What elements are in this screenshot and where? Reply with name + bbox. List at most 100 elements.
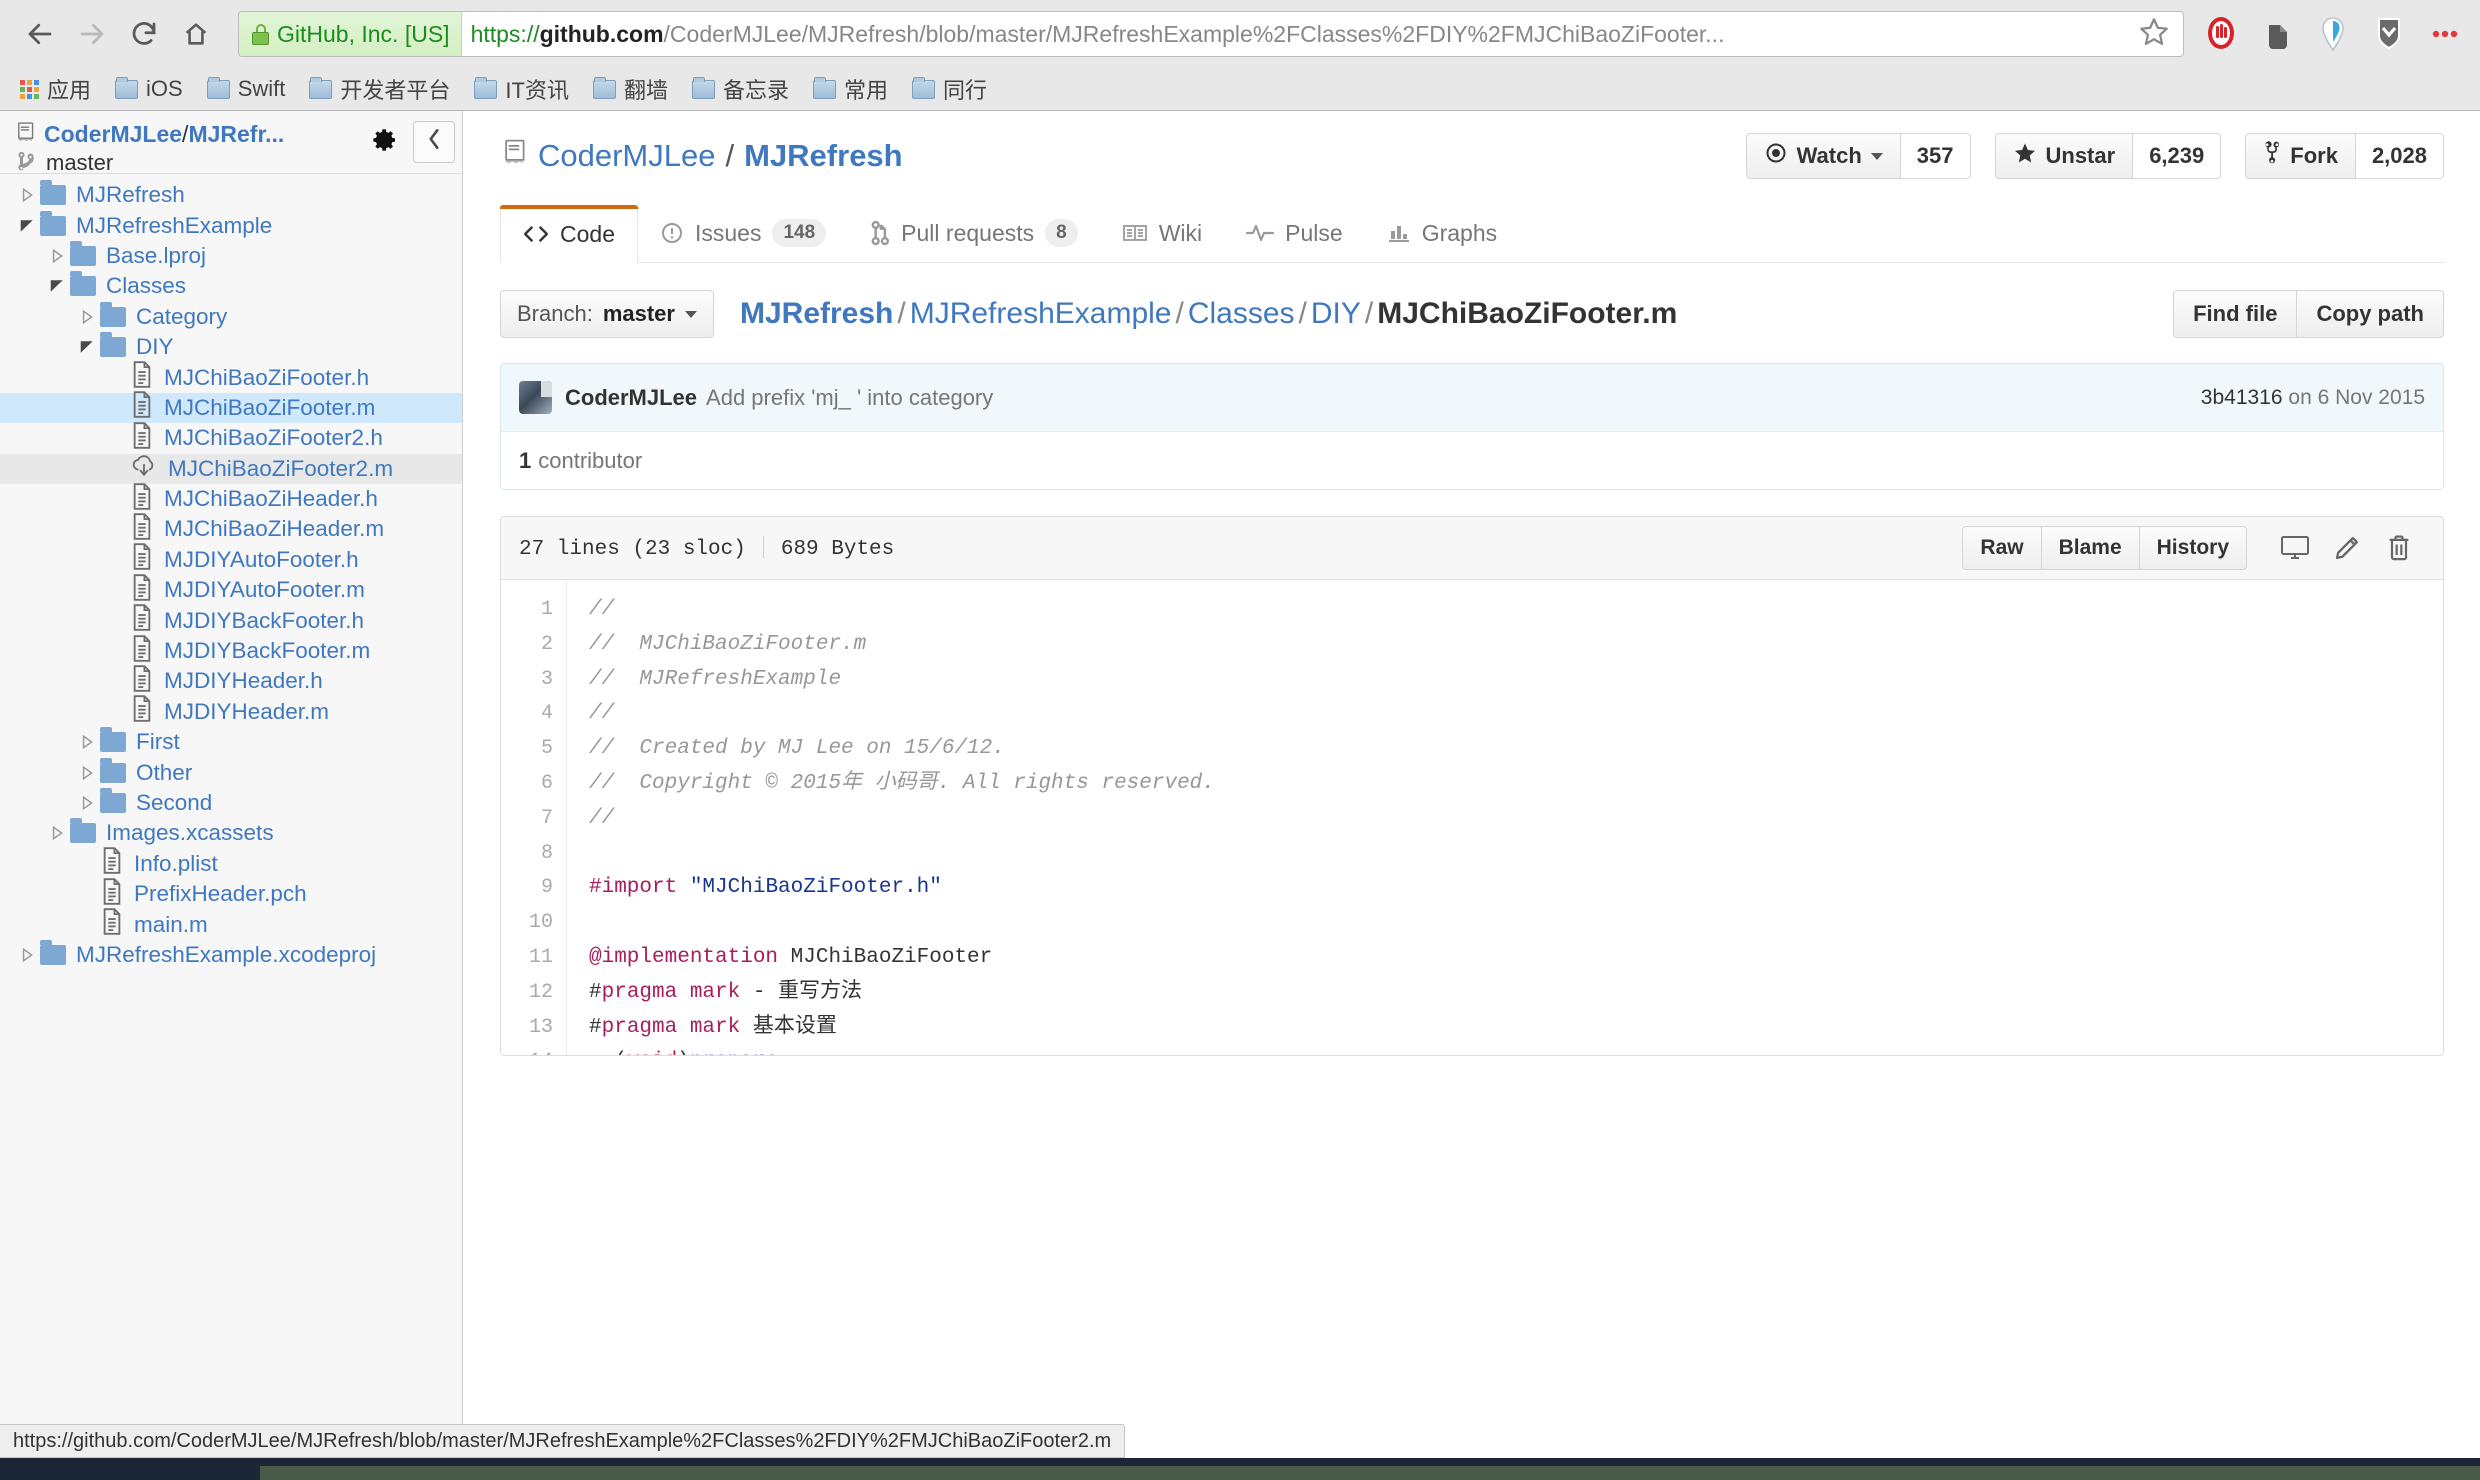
twisty-collapsed-icon[interactable]: [44, 825, 70, 841]
line-number[interactable]: 12: [501, 976, 553, 1011]
bookmark-ios[interactable]: iOS: [103, 72, 195, 106]
pocket-extension-icon[interactable]: [2314, 14, 2352, 54]
line-number[interactable]: 1: [501, 593, 553, 628]
twisty-collapsed-icon[interactable]: [44, 248, 70, 264]
twisty-expanded-icon[interactable]: [44, 278, 70, 294]
sidebar-repo-link[interactable]: MJRefr...: [188, 121, 284, 147]
bookmark-swift[interactable]: Swift: [195, 72, 298, 106]
line-number[interactable]: 4: [501, 697, 553, 732]
tree-folder-row[interactable]: DIY: [0, 332, 462, 362]
line-number[interactable]: 2: [501, 628, 553, 663]
chrome-menu-icon[interactable]: [2426, 14, 2464, 54]
tree-folder-row[interactable]: First: [0, 727, 462, 757]
line-number[interactable]: 14: [501, 1045, 553, 1055]
twisty-expanded-icon[interactable]: [74, 339, 100, 355]
tree-file-row[interactable]: MJChiBaoZiHeader.m: [0, 513, 462, 544]
desktop-open-icon[interactable]: [2269, 526, 2321, 570]
evernote-extension-icon[interactable]: [2258, 14, 2296, 54]
bookmark-vpn[interactable]: 翻墙: [581, 72, 680, 106]
breadcrumb-link[interactable]: MJRefresh: [740, 297, 893, 330]
line-number[interactable]: 8: [501, 837, 553, 872]
tree-file-row[interactable]: MJDIYHeader.m: [0, 695, 462, 727]
bookmark-peers[interactable]: 同行: [900, 72, 999, 106]
tab-wiki[interactable]: Wiki: [1100, 204, 1224, 262]
bookmark-it-news[interactable]: IT资讯: [462, 72, 581, 106]
bookmark-apps[interactable]: 应用: [8, 72, 103, 106]
line-number[interactable]: 6: [501, 767, 553, 802]
watch-count[interactable]: 357: [1900, 133, 1971, 179]
pencil-edit-icon[interactable]: [2321, 526, 2373, 570]
twisty-collapsed-icon[interactable]: [74, 765, 100, 781]
tree-folder-row[interactable]: MJRefreshExample.xcodeproj: [0, 939, 462, 970]
tree-file-row[interactable]: main.m: [0, 908, 462, 939]
star-count[interactable]: 6,239: [2133, 133, 2222, 179]
bookmark-common[interactable]: 常用: [801, 72, 900, 106]
forward-arrow-icon[interactable]: [68, 10, 116, 58]
tab-issues[interactable]: Issues 148: [638, 204, 848, 262]
history-button[interactable]: History: [2138, 526, 2247, 570]
back-arrow-icon[interactable]: [16, 10, 64, 58]
tree-folder-row[interactable]: MJRefreshExample: [0, 210, 462, 240]
branch-select-button[interactable]: Branch: master: [500, 290, 714, 338]
line-number[interactable]: 3: [501, 663, 553, 698]
twisty-collapsed-icon[interactable]: [74, 734, 100, 750]
find-file-button[interactable]: Find file: [2173, 290, 2298, 338]
tree-file-row[interactable]: PrefixHeader.pch: [0, 877, 462, 909]
twisty-collapsed-icon[interactable]: [74, 309, 100, 325]
tree-folder-row[interactable]: MJRefresh: [0, 180, 462, 210]
bookmark-dev-platform[interactable]: 开发者平台: [297, 72, 462, 106]
address-bar[interactable]: GitHub, Inc. [US] https://github.com/Cod…: [238, 11, 2184, 57]
tree-folder-row[interactable]: Images.xcassets: [0, 818, 462, 848]
tree-folder-row[interactable]: Category: [0, 301, 462, 332]
line-number[interactable]: 5: [501, 732, 553, 767]
breadcrumb-link[interactable]: Classes: [1188, 297, 1295, 330]
url-text[interactable]: https://github.com/CoderMJLee/MJRefresh/…: [462, 21, 2129, 48]
blame-button[interactable]: Blame: [2040, 526, 2140, 570]
tree-file-row[interactable]: MJDIYBackFooter.m: [0, 634, 462, 666]
line-number[interactable]: 11: [501, 941, 553, 976]
tab-pull-requests[interactable]: Pull requests 8: [848, 204, 1100, 262]
tree-folder-row[interactable]: Other: [0, 757, 462, 787]
contributors-row[interactable]: 1 contributor: [501, 431, 2443, 489]
twisty-collapsed-icon[interactable]: [14, 947, 40, 963]
commit-author[interactable]: CoderMJLee: [565, 385, 697, 411]
bookmark-memo[interactable]: 备忘录: [680, 72, 801, 106]
line-number[interactable]: 13: [501, 1011, 553, 1046]
repo-name-link[interactable]: MJRefresh: [744, 138, 903, 174]
fork-button[interactable]: Fork: [2245, 133, 2356, 179]
commit-sha[interactable]: 3b41316: [2201, 386, 2283, 409]
tree-file-row[interactable]: MJChiBaoZiFooter.h: [0, 361, 462, 392]
trash-delete-icon[interactable]: [2373, 526, 2425, 570]
star-outline-icon[interactable]: [2137, 15, 2171, 54]
watch-button[interactable]: Watch: [1745, 133, 1901, 179]
line-number[interactable]: 9: [501, 871, 553, 906]
sidebar-collapse-button[interactable]: [413, 121, 455, 163]
repo-owner-link[interactable]: CoderMJLee: [538, 138, 715, 174]
line-number[interactable]: 7: [501, 802, 553, 837]
tree-folder-row[interactable]: Second: [0, 788, 462, 818]
gear-icon[interactable]: [370, 125, 400, 160]
twisty-expanded-icon[interactable]: [14, 218, 40, 234]
home-icon[interactable]: [172, 10, 220, 58]
tree-file-row[interactable]: MJDIYBackFooter.h: [0, 604, 462, 635]
tree-file-row[interactable]: Info.plist: [0, 847, 462, 879]
tree-file-row[interactable]: MJChiBaoZiFooter.m: [0, 391, 462, 424]
adblock-extension-icon[interactable]: [2202, 14, 2240, 54]
tree-file-row[interactable]: MJChiBaoZiFooter2.m: [0, 453, 462, 484]
tree-file-row[interactable]: MJChiBaoZiFooter2.h: [0, 422, 462, 453]
tree-file-row[interactable]: MJDIYAutoFooter.m: [0, 574, 462, 605]
tree-file-row[interactable]: MJChiBaoZiHeader.h: [0, 482, 462, 514]
tab-code[interactable]: Code: [500, 205, 638, 263]
fork-count[interactable]: 2,028: [2355, 133, 2444, 179]
tree-folder-row[interactable]: Classes: [0, 271, 462, 301]
twisty-collapsed-icon[interactable]: [74, 795, 100, 811]
downloads-extension-icon[interactable]: [2370, 14, 2408, 54]
commit-message[interactable]: Add prefix 'mj_ ' into category: [706, 385, 993, 411]
copy-path-button[interactable]: Copy path: [2297, 290, 2444, 338]
unstar-button[interactable]: Unstar: [1994, 133, 2134, 179]
tree-folder-row[interactable]: Base.lproj: [0, 240, 462, 271]
tree-file-row[interactable]: MJDIYAutoFooter.h: [0, 543, 462, 575]
breadcrumb-link[interactable]: DIY: [1311, 297, 1361, 330]
twisty-collapsed-icon[interactable]: [14, 187, 40, 203]
tab-pulse[interactable]: Pulse: [1224, 204, 1365, 262]
